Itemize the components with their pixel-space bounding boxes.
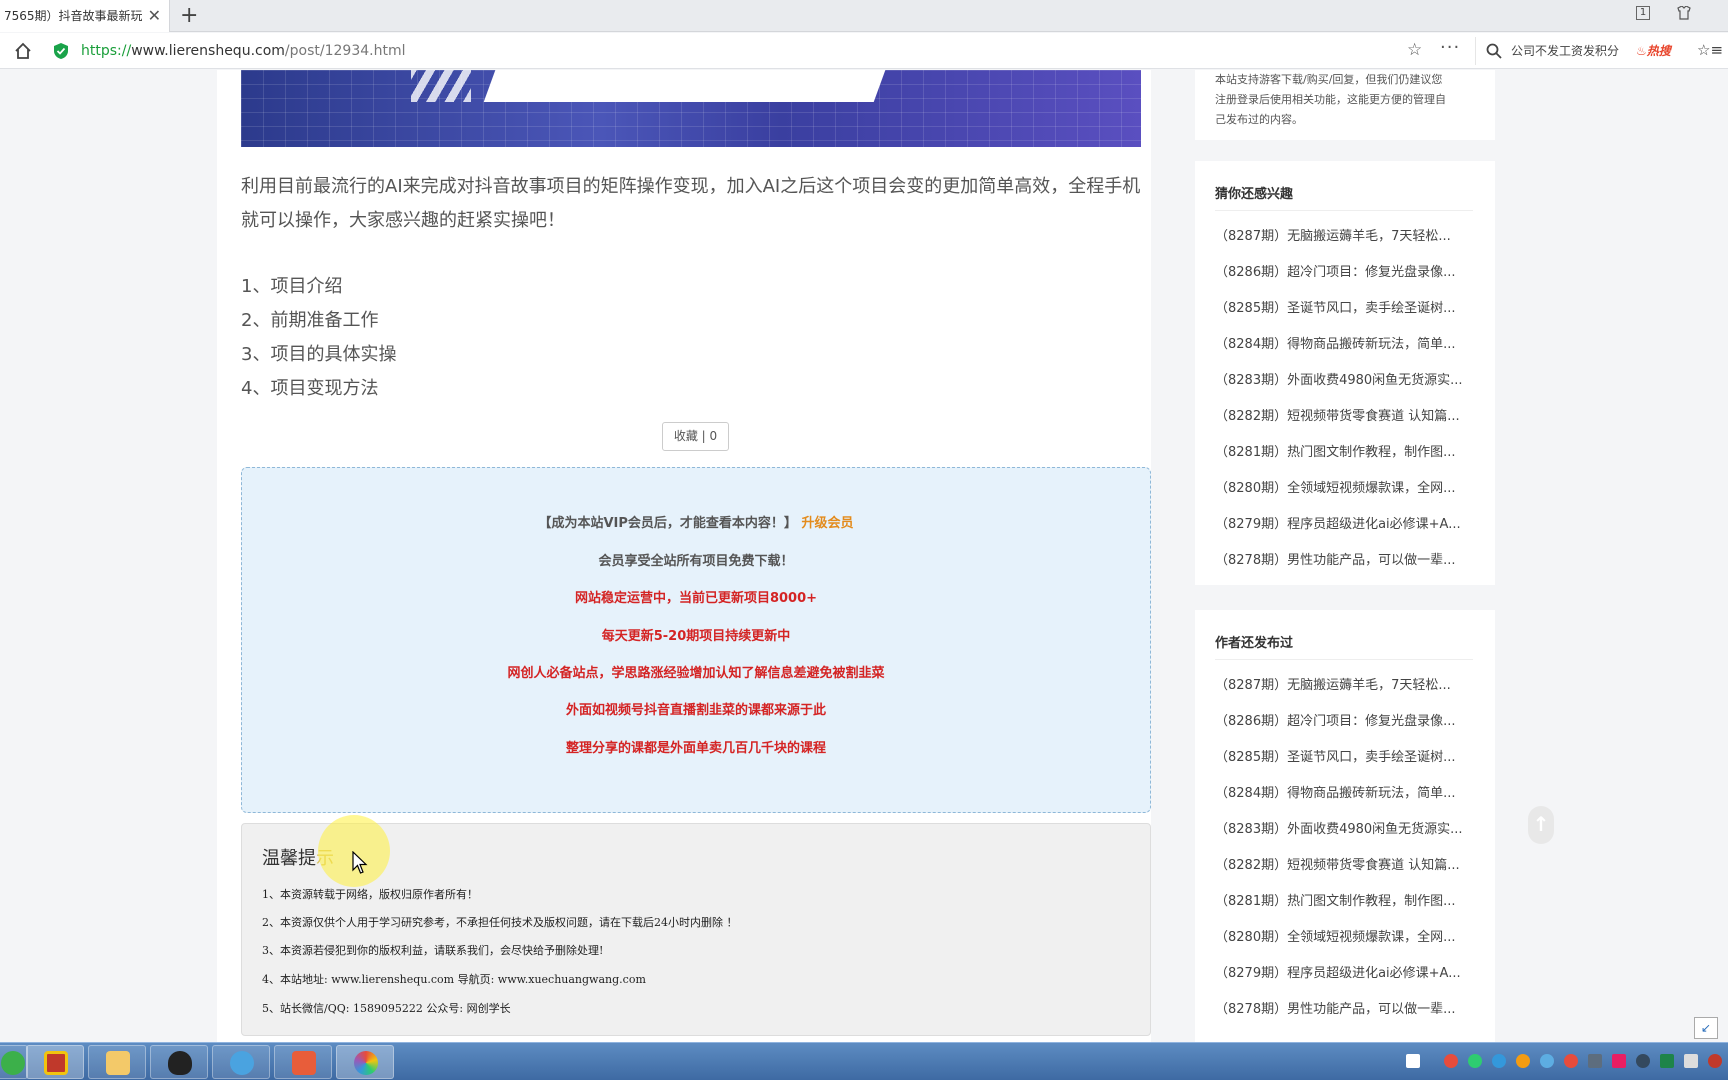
favorites-icon[interactable]: ☆≡ xyxy=(1697,41,1723,59)
mouse-cursor-icon xyxy=(352,851,368,874)
sidebar-author-card: 作者还发布过 （8287期）无脑搬运薅羊毛，7天轻松... （8286期）超冷门… xyxy=(1195,610,1495,1042)
sidebar-post-link[interactable]: （8285期）圣诞节风口，卖手绘圣诞树... xyxy=(1215,291,1480,327)
start-button[interactable] xyxy=(0,1045,28,1079)
vip-line: 网站稳定运营中，当前已更新项目8000+ xyxy=(574,591,818,606)
article-intro: 利用目前最流行的AI来完成对抖音故事项目的矩阵操作变现，加入AI之后这个项目会变… xyxy=(241,176,1141,231)
tray-icon[interactable] xyxy=(1708,1054,1722,1068)
taskbar-app-browser[interactable] xyxy=(336,1045,394,1079)
system-tray xyxy=(1398,1043,1728,1080)
volume-icon[interactable] xyxy=(1684,1054,1698,1068)
tab-bar: 7565期）抖音故事最新玩法 ✕ + 1 xyxy=(0,0,1728,32)
article-banner-image xyxy=(241,70,1141,147)
browser-tab[interactable]: 7565期）抖音故事最新玩法 ✕ xyxy=(0,0,170,32)
address-bar: https://www.lierenshequ.com/post/12934.h… xyxy=(0,33,1728,69)
sidebar-author-title: 作者还发布过 xyxy=(1215,636,1294,651)
sidebar-post-link[interactable]: （8278期）男性功能产品，可以做一辈... xyxy=(1215,992,1480,1028)
skin-icon[interactable] xyxy=(1676,5,1692,24)
toc-item: 2、前期准备工作 xyxy=(241,310,379,331)
tips-item: 4、本站地址: www.lierenshequ.com 导航页: www.xue… xyxy=(262,973,646,986)
tips-item: 3、本资源若侵犯到你的版权利益，请联系我们，会尽快给予删除处理! xyxy=(262,944,604,957)
vip-line: 外面如视频号抖音直播割韭菜的课都来源于此 xyxy=(565,703,826,718)
tips-item: 2、本资源仅供个人用于学习研究参考，不承担任何技术及版权问题，请在下载后24小时… xyxy=(262,916,738,929)
tray-icon[interactable] xyxy=(1660,1054,1674,1068)
vip-line: 每天更新5-20期项目持续更新中 xyxy=(601,629,791,644)
sidebar-note-line: 本站支持游客下载/购买/回复，但我们仍建议您 xyxy=(1215,73,1443,86)
new-tab-button[interactable]: + xyxy=(180,2,198,30)
sidebar-post-link[interactable]: （8280期）全领域短视频爆款课，全网... xyxy=(1215,920,1480,956)
tray-icon[interactable] xyxy=(1588,1054,1602,1068)
tray-icon[interactable] xyxy=(1444,1054,1458,1068)
sidebar-post-link[interactable]: （8278期）男性功能产品，可以做一辈... xyxy=(1215,543,1480,579)
url-protocol: https:// xyxy=(81,43,132,59)
hot-search-badge: ♨热搜 xyxy=(1636,44,1671,58)
sidebar-interest-card: 猜你还感兴趣 （8287期）无脑搬运薅羊毛，7天轻松... （8286期）超冷门… xyxy=(1195,161,1495,585)
sidebar-note-line: 己发布过的内容。 xyxy=(1215,113,1303,126)
vip-line: 整理分享的课都是外面单卖几百几千块的课程 xyxy=(565,741,826,756)
search-icon xyxy=(1486,43,1502,59)
vip-notice-box: 【成为本站VIP会员后，才能查看本内容！】 升级会员 会员享受全站所有项目免费下… xyxy=(241,467,1151,813)
upgrade-vip-link[interactable]: 升级会员 xyxy=(801,516,853,531)
vip-line: 会员享受全站所有项目免费下载！ xyxy=(598,554,794,569)
url-path: /post/12934.html xyxy=(284,43,406,59)
taskbar-app-recorder[interactable] xyxy=(26,1045,84,1079)
secure-shield-icon[interactable] xyxy=(53,42,69,60)
sidebar-post-link[interactable]: （8285期）圣诞节风口，卖手绘圣诞树... xyxy=(1215,740,1480,776)
sidebar-post-link[interactable]: （8280期）全领域短视频爆款课，全网... xyxy=(1215,471,1480,507)
sidebar-post-link[interactable]: （8281期）热门图文制作教程，制作图... xyxy=(1215,435,1480,471)
toc-item: 4、项目变现方法 xyxy=(241,378,379,399)
sidebar-post-link[interactable]: （8279期）程序员超级进化ai必修课+A... xyxy=(1215,507,1480,543)
tray-icon[interactable] xyxy=(1492,1054,1506,1068)
article-toc: 1、项目介绍 2、前期准备工作 3、项目的具体实操 4、项目变现方法 xyxy=(241,270,396,406)
taskbar xyxy=(0,1042,1728,1080)
bookmark-star-icon[interactable]: ☆ xyxy=(1407,40,1422,60)
tips-item: 5、站长微信/QQ: 1589095222 公众号: 网创学长 xyxy=(262,1002,511,1015)
tips-item: 1、本资源转载于网络，版权归原作者所有！ xyxy=(262,888,478,901)
search-suggestion: 公司不发工资发积分 xyxy=(1511,44,1620,58)
url-host: www.lierenshequ.com xyxy=(131,43,285,59)
sidebar-post-link[interactable]: （8284期）得物商品搬砖新玩法，简单... xyxy=(1215,327,1480,363)
url-field[interactable]: https://www.lierenshequ.com/post/12934.h… xyxy=(81,33,405,69)
sidebar-post-link[interactable]: （8287期）无脑搬运薅羊毛，7天轻松... xyxy=(1215,668,1480,704)
sidebar-note-line: 注册登录后使用相关功能，这能更方便的管理自 xyxy=(1215,93,1446,106)
tray-icon[interactable] xyxy=(1406,1054,1420,1068)
sidebar-post-link[interactable]: （8283期）外面收费4980闲鱼无货源实... xyxy=(1215,812,1480,848)
sidebar-post-link[interactable]: （8286期）超冷门项目：修复光盘录像... xyxy=(1215,255,1480,291)
fire-icon: ♨ xyxy=(1636,44,1647,58)
close-tab-icon[interactable]: ✕ xyxy=(148,0,161,32)
tray-icon[interactable] xyxy=(1516,1054,1530,1068)
vip-line: 网创人必备站点，学思路涨经验增加认知了解信息差避免被割韭菜 xyxy=(507,666,885,681)
sidebar-post-link[interactable]: （8286期）超冷门项目：修复光盘录像... xyxy=(1215,704,1480,740)
window-count-icon[interactable]: 1 xyxy=(1636,6,1650,20)
collect-button[interactable]: 收藏 | 0 xyxy=(662,422,729,451)
tray-icon[interactable] xyxy=(1564,1054,1578,1068)
tab-title: 7565期）抖音故事最新玩法 xyxy=(4,9,142,23)
sidebar-post-link[interactable]: （8284期）得物商品搬砖新玩法，简单... xyxy=(1215,776,1480,812)
vip-notice-text: 【成为本站VIP会员后，才能查看本内容！】 xyxy=(538,516,797,531)
back-to-top-button[interactable]: ↑ xyxy=(1528,806,1554,844)
sidebar-post-link[interactable]: （8283期）外面收费4980闲鱼无货源实... xyxy=(1215,363,1480,399)
sidebar-post-link[interactable]: （8279期）程序员超级进化ai必修课+A... xyxy=(1215,956,1480,992)
taskbar-app-qq[interactable] xyxy=(150,1045,208,1079)
sidebar-interest-title: 猜你还感兴趣 xyxy=(1215,187,1294,202)
toc-item: 3、项目的具体实操 xyxy=(241,344,397,365)
home-icon[interactable] xyxy=(14,42,32,60)
taskbar-app-folder[interactable] xyxy=(88,1045,146,1079)
tray-icon[interactable] xyxy=(1468,1054,1482,1068)
tray-icon[interactable] xyxy=(1636,1054,1650,1068)
more-icon[interactable]: ··· xyxy=(1440,37,1460,58)
sidebar-post-link[interactable]: （8282期）短视频带货零食赛道 认知篇... xyxy=(1215,399,1480,435)
tray-icon[interactable] xyxy=(1540,1054,1554,1068)
taskbar-app-cloud[interactable] xyxy=(212,1045,270,1079)
toc-item: 1、项目介绍 xyxy=(241,276,343,297)
taskbar-app-slides[interactable] xyxy=(274,1045,332,1079)
sidebar-post-link[interactable]: （8282期）短视频带货零食赛道 认知篇... xyxy=(1215,848,1480,884)
tray-icon[interactable] xyxy=(1612,1054,1626,1068)
feedback-icon[interactable]: ↙ xyxy=(1694,1017,1718,1039)
sidebar-note-card: 本站支持游客下载/购买/回复，但我们仍建议您 注册登录后使用相关功能，这能更方便… xyxy=(1195,70,1495,140)
search-box[interactable]: 公司不发工资发积分 ♨热搜 xyxy=(1475,37,1685,65)
sidebar-post-link[interactable]: （8287期）无脑搬运薅羊毛，7天轻松... xyxy=(1215,219,1480,255)
sidebar-post-link[interactable]: （8281期）热门图文制作教程，制作图... xyxy=(1215,884,1480,920)
